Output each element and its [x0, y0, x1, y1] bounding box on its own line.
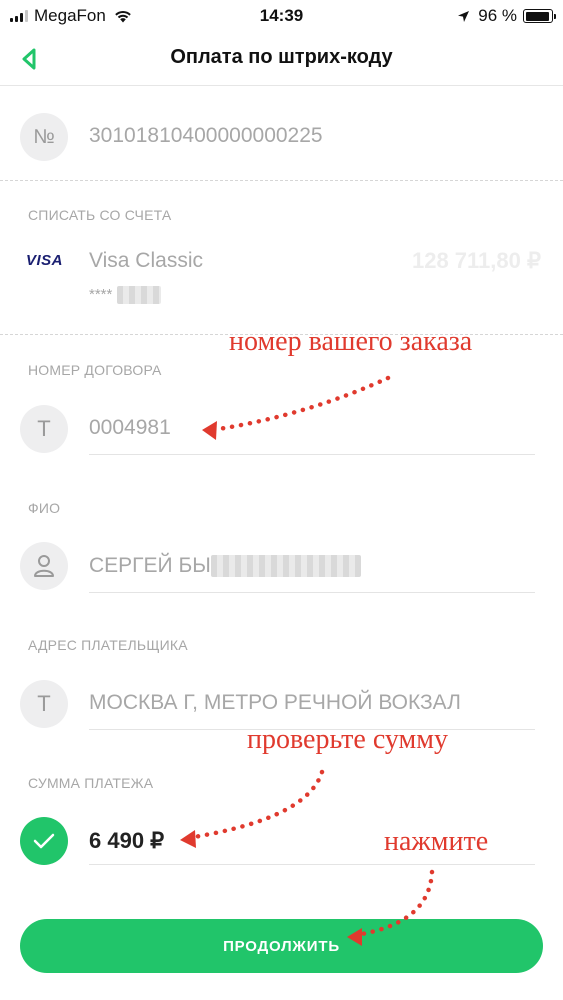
annotation-check-amount: проверьте сумму — [247, 724, 448, 755]
status-right: 96 % — [457, 6, 556, 26]
card-balance: 128 711,80 ₽ — [411, 248, 541, 273]
continue-button[interactable]: ПРОДОЛЖИТЬ — [20, 919, 543, 973]
address-label: АДРЕС ПЛАТЕЛЬЩИКА — [28, 637, 188, 653]
number-sign-icon: № — [20, 113, 68, 161]
status-bar: MegaFon 14:39 96 % — [0, 0, 563, 34]
fio-label: ФИО — [28, 500, 61, 516]
barcode-value[interactable]: 30101810400000000225 — [89, 124, 323, 148]
annotation-press: нажмите — [384, 826, 489, 857]
account-label: СПИСАТЬ СО СЧЕТА — [28, 207, 172, 223]
fio-input[interactable]: СЕРГЕЙ БЫ — [89, 554, 361, 578]
card-name[interactable]: Visa Classic — [89, 249, 203, 273]
person-icon — [20, 542, 68, 590]
field-underline — [89, 592, 535, 593]
annotation-order-number: номер вашего заказа — [229, 326, 473, 357]
card-mask: **** — [89, 286, 113, 303]
battery-percent: 96 % — [478, 6, 517, 25]
location-arrow-icon — [458, 10, 470, 22]
visa-logo: VISA — [26, 252, 64, 269]
arrowhead-amount — [180, 830, 196, 848]
amount-value[interactable]: 6 490 ₽ — [89, 828, 164, 854]
check-icon — [20, 817, 68, 865]
text-field-icon: Т — [20, 680, 68, 728]
nav-bar: Оплата по штрих-коду — [0, 34, 563, 86]
address-input[interactable]: МОСКВА Г, МЕТРО РЕЧНОЙ ВОКЗАЛ — [89, 691, 461, 715]
text-field-icon: Т — [20, 405, 68, 453]
arrowhead-contract — [202, 421, 217, 440]
battery-icon — [523, 9, 556, 23]
field-underline — [89, 454, 535, 455]
redacted-surname — [210, 555, 361, 578]
page-title: Оплата по штрих-коду — [170, 46, 393, 68]
arrow-to-contract — [209, 375, 391, 433]
card-number: **** — [89, 286, 161, 305]
amount-label: СУММА ПЛАТЕЖА — [28, 775, 154, 791]
divider — [0, 180, 563, 181]
arrow-to-amount — [185, 769, 325, 841]
field-underline — [89, 864, 535, 865]
fio-value: СЕРГЕЙ БЫ — [89, 554, 211, 577]
redacted-card-digits — [116, 286, 161, 305]
contract-input[interactable]: 0004981 — [89, 416, 171, 440]
contract-label: НОМЕР ДОГОВОРА — [28, 362, 162, 378]
